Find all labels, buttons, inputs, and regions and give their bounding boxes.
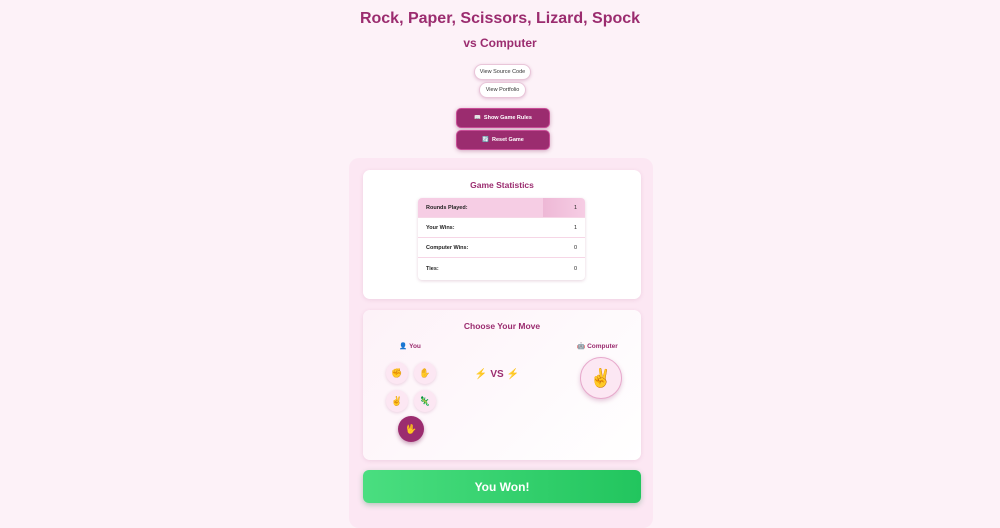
paper-button[interactable]: ✋	[414, 362, 436, 384]
rock-button[interactable]: ✊	[386, 362, 408, 384]
lightning-icon: ⚡	[506, 368, 520, 380]
reset-game-label: Reset Game	[492, 137, 524, 143]
stat-label: Ties:	[426, 266, 439, 272]
show-game-rules-button[interactable]: 📖 Show Game Rules	[456, 108, 550, 128]
stat-row-ties: Ties: 0	[418, 258, 585, 280]
book-icon: 📖	[474, 115, 481, 121]
scissors-button[interactable]: ✌	[386, 390, 408, 412]
reset-icon: 🔄	[482, 137, 490, 143]
choose-move-title: Choose Your Move	[463, 321, 541, 331]
stats-table: Rounds Played: 1 Your Wins: 1 Computer W…	[418, 198, 585, 280]
view-portfolio-button[interactable]: View Portfolio	[479, 82, 526, 98]
page-subtitle: vs Computer	[463, 36, 537, 50]
show-game-rules-label: Show Game Rules	[483, 115, 532, 121]
page-title: Rock, Paper, Scissors, Lizard, Spock	[359, 10, 641, 27]
stat-value: 0	[573, 244, 577, 251]
you-label: 👤 You	[399, 342, 421, 351]
computer-choice: ✌	[580, 357, 622, 399]
stats-title: Game Statistics	[470, 180, 534, 190]
robot-icon: 🤖	[577, 343, 586, 350]
spock-button[interactable]: 🖖	[398, 416, 424, 442]
stat-value: 1	[573, 204, 577, 211]
stat-row-your-wins: Your Wins: 1	[418, 218, 585, 238]
vs-text: VS	[490, 368, 504, 380]
computer-label: 🤖 Computer	[577, 342, 618, 351]
lightning-icon: ⚡	[474, 368, 488, 380]
view-source-code-button[interactable]: View Source Code	[474, 64, 531, 80]
stat-row-rounds: Rounds Played: 1	[418, 198, 585, 218]
stat-label: Computer Wins:	[426, 244, 469, 251]
stat-value: 0	[573, 266, 577, 272]
stat-label: Your Wins:	[426, 224, 455, 231]
reset-game-button[interactable]: 🔄 Reset Game	[456, 130, 550, 150]
stat-row-computer-wins: Computer Wins: 0	[418, 238, 585, 258]
stat-label: Rounds Played:	[426, 204, 468, 211]
stat-value: 1	[573, 224, 577, 231]
lizard-button[interactable]: 🦎	[414, 390, 436, 412]
user-icon: 👤	[399, 343, 408, 350]
vs-indicator: ⚡ VS ⚡	[472, 367, 522, 381]
result-banner: You Won!	[363, 470, 641, 503]
